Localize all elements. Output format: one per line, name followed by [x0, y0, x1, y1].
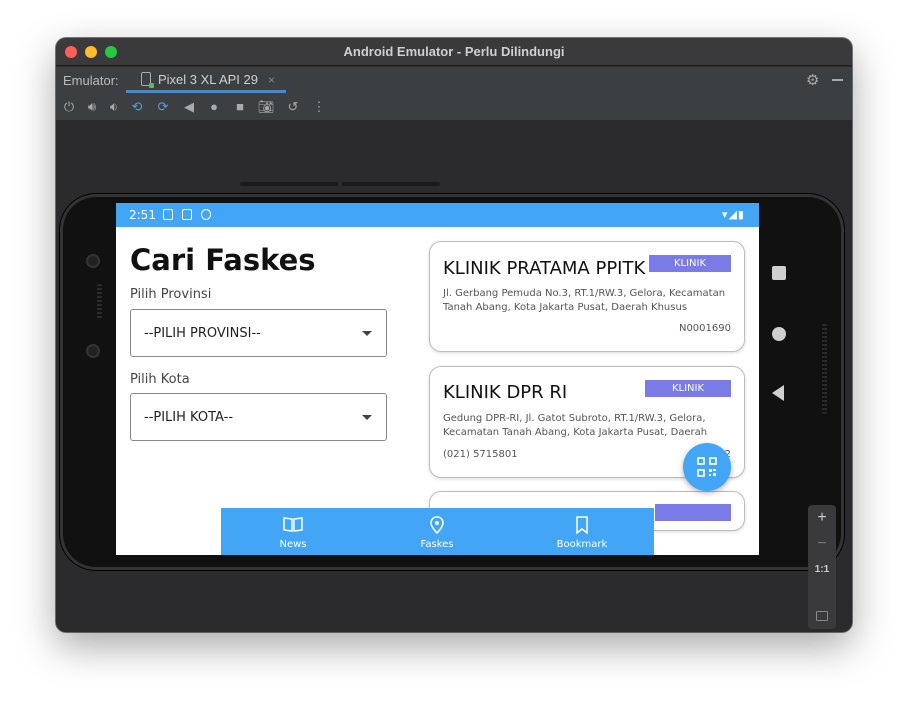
hide-panel-icon[interactable]	[832, 79, 843, 81]
speaker-grill	[822, 324, 827, 414]
faskes-code: N0001690	[678, 323, 731, 334]
back-nav-icon[interactable]	[772, 385, 784, 401]
device-icon	[141, 72, 154, 88]
city-dropdown[interactable]: --PILIH KOTA--	[130, 393, 387, 441]
faskes-address: Gedung DPR-RI, Jl. Gatot Subroto, RT.1/R…	[443, 413, 708, 438]
notification-icon	[163, 209, 173, 220]
more-icon[interactable]: ⋮	[310, 98, 328, 116]
faskes-card[interactable]: KLINIK PRATAMA PPITK KLINIK Jl. Gerbang …	[429, 241, 745, 352]
dropdown-arrow-icon	[362, 415, 372, 420]
city-value: --PILIH KOTA--	[144, 410, 234, 425]
fit-screen-icon[interactable]	[816, 611, 828, 621]
nav-faskes[interactable]: Faskes	[365, 508, 509, 555]
province-value: --PILIH PROVINSI--	[144, 326, 261, 341]
device-tab-label: Pixel 3 XL API 29	[158, 72, 258, 87]
dropdown-arrow-icon	[362, 331, 372, 336]
faskes-phone: (021) 5715801	[443, 449, 518, 460]
zoom-ratio-button[interactable]: 1:1	[808, 564, 836, 575]
phone-screen: 2:51 ▾◢▮ Cari Faskes Pilih Provinsi --PI…	[116, 203, 759, 555]
faskes-name: KLINIK PRATAMA PPITK	[443, 258, 646, 279]
zoom-panel: + − 1:1	[808, 505, 836, 629]
province-label: Pilih Provinsi	[130, 287, 212, 302]
page-title: Cari Faskes	[130, 243, 316, 277]
bottom-navigation: News Faskes Bookmark	[221, 508, 654, 555]
province-dropdown[interactable]: --PILIH PROVINSI--	[130, 309, 387, 357]
back-icon[interactable]: ◀	[180, 98, 198, 116]
city-label: Pilih Kota	[130, 372, 190, 387]
rotate-right-icon[interactable]: ⟳	[154, 98, 172, 116]
book-icon	[283, 517, 303, 532]
signal-battery-icon: ▾◢▮	[721, 208, 745, 221]
location-pin-icon	[430, 516, 444, 534]
status-bar: 2:51 ▾◢▮	[116, 203, 759, 227]
faskes-type-badge: KLINIK	[649, 255, 731, 272]
nav-news-label: News	[279, 539, 307, 550]
sync-icon	[201, 209, 211, 220]
nav-bookmark-label: Bookmark	[556, 539, 608, 550]
speaker-grill	[97, 284, 102, 320]
bookmark-icon	[576, 516, 588, 534]
nav-faskes-label: Faskes	[420, 539, 454, 550]
emulator-tab-bar: Emulator: Pixel 3 XL API 29 × ⚙	[56, 67, 852, 93]
camera-icon[interactable]: 📷︎	[257, 98, 275, 116]
phone-button	[240, 182, 338, 186]
qr-scan-button[interactable]	[683, 443, 731, 491]
snapshot-icon[interactable]: ↺	[284, 98, 302, 116]
volume-down-icon[interactable]: 🔉︎	[105, 98, 123, 116]
zoom-out-button[interactable]: −	[808, 535, 836, 553]
settings-gear-icon[interactable]: ⚙	[806, 71, 819, 89]
front-sensor-icon	[86, 344, 100, 358]
faskes-name: KLINIK DPR RI	[443, 382, 568, 403]
sd-card-icon	[182, 209, 192, 220]
qr-code-icon	[697, 457, 717, 477]
zoom-in-button[interactable]: +	[808, 509, 836, 527]
phone-button	[342, 182, 440, 186]
faskes-address: Jl. Gerbang Pemuda No.3, RT.1/RW.3, Gelo…	[443, 288, 726, 313]
nav-news[interactable]: News	[221, 508, 365, 555]
window-title: Android Emulator - Perlu Dilindungi	[343, 44, 565, 59]
emulator-label: Emulator:	[63, 73, 119, 88]
home-nav-icon[interactable]	[772, 327, 786, 341]
volume-up-icon[interactable]: 🔊︎	[83, 98, 101, 116]
rotate-left-icon[interactable]: ⟲	[128, 98, 146, 116]
home-icon[interactable]: ●	[205, 98, 223, 116]
front-camera-icon	[86, 254, 100, 268]
overview-nav-icon[interactable]	[772, 266, 786, 280]
power-icon[interactable]: ⏻	[60, 98, 78, 116]
status-time: 2:51	[129, 208, 156, 222]
close-tab-icon[interactable]: ×	[268, 73, 275, 87]
faskes-type-badge: KLINIK	[645, 380, 731, 397]
title-bar: Android Emulator - Perlu Dilindungi	[56, 38, 852, 66]
nav-bookmark[interactable]: Bookmark	[510, 508, 654, 555]
overview-icon[interactable]: ■	[231, 98, 249, 116]
device-tab[interactable]: Pixel 3 XL API 29 ×	[126, 67, 286, 93]
faskes-type-badge	[655, 504, 731, 521]
emulator-toolbar: ⏻ 🔊︎ 🔉︎ ⟲ ⟳ ◀ ● ■ 📷︎ ↺ ⋮	[56, 93, 852, 121]
